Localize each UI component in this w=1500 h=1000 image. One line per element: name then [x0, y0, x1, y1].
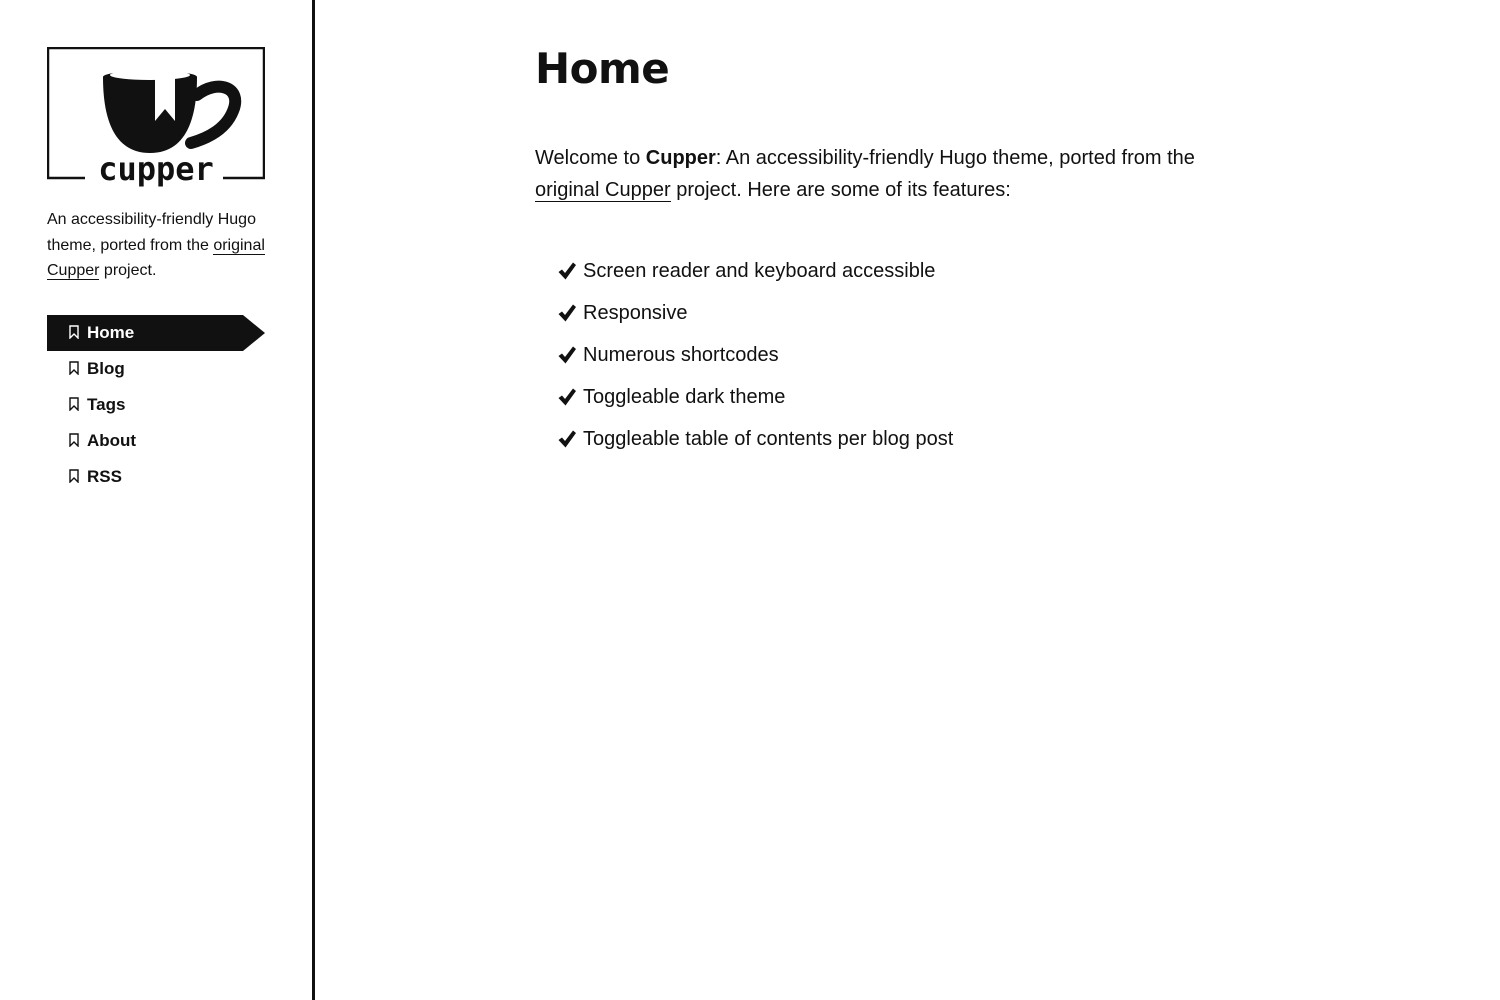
intro-brand: Cupper	[645, 147, 716, 169]
nav-label: Home	[87, 323, 135, 342]
nav-item-rss: RSS	[47, 459, 265, 495]
main-navigation: Home Blog Tags About RSS	[47, 315, 265, 495]
logo-text: cupper	[98, 150, 214, 188]
bookmark-icon	[69, 397, 79, 411]
list-item: Responsive	[557, 292, 1255, 334]
list-item: Screen reader and keyboard accessible	[557, 250, 1255, 292]
list-item: Toggleable table of contents per blog po…	[557, 418, 1255, 460]
bookmark-icon	[69, 325, 79, 339]
nav-link-home[interactable]: Home	[47, 315, 265, 351]
intro-text-end: project. Here are some of its features:	[670, 179, 1011, 201]
checkmark-icon	[558, 346, 576, 364]
feature-text: Toggleable table of contents per blog po…	[583, 428, 954, 450]
nav-label: Blog	[87, 359, 125, 378]
nav-label: RSS	[87, 467, 122, 486]
intro-text: : An accessibility-friendly Hugo theme, …	[715, 147, 1195, 169]
bookmark-icon	[69, 361, 79, 375]
intro-original-cupper-link[interactable]: original Cupper	[535, 179, 671, 202]
checkmark-icon	[558, 304, 576, 322]
bookmark-icon	[69, 433, 79, 447]
feature-text: Numerous shortcodes	[583, 344, 779, 366]
nav-label: Tags	[87, 395, 126, 414]
tagline-text-end: project.	[99, 262, 157, 279]
page-title: Home	[535, 44, 670, 93]
intro-paragraph: Welcome to Cupper: An accessibility-frie…	[535, 142, 1255, 206]
feature-text: Screen reader and keyboard accessible	[583, 260, 936, 282]
nav-link-tags[interactable]: Tags	[47, 387, 265, 423]
nav-label: About	[87, 431, 137, 450]
feature-text: Toggleable dark theme	[583, 386, 786, 408]
nav-item-about: About	[47, 423, 265, 459]
feature-text: Responsive	[583, 302, 688, 324]
logo-link[interactable]: cupper	[47, 47, 265, 191]
sidebar: cupper An accessibility-friendly Hugo th…	[0, 0, 315, 1000]
nav-link-rss[interactable]: RSS	[47, 459, 265, 495]
feature-list: Screen reader and keyboard accessible Re…	[535, 250, 1255, 460]
checkmark-icon	[558, 388, 576, 406]
checkmark-icon	[558, 430, 576, 448]
list-item: Numerous shortcodes	[557, 334, 1255, 376]
nav-link-about[interactable]: About	[47, 423, 265, 459]
list-item: Toggleable dark theme	[557, 376, 1255, 418]
nav-item-home: Home	[47, 315, 265, 351]
intro-welcome: Welcome to	[535, 147, 646, 169]
nav-item-blog: Blog	[47, 351, 265, 387]
site-tagline: An accessibility-friendly Hugo theme, po…	[47, 207, 269, 284]
bookmark-icon	[69, 469, 79, 483]
nav-item-tags: Tags	[47, 387, 265, 423]
main-content: Home Welcome to Cupper: An accessibility…	[535, 40, 1255, 460]
nav-link-blog[interactable]: Blog	[47, 351, 265, 387]
checkmark-icon	[558, 262, 576, 280]
